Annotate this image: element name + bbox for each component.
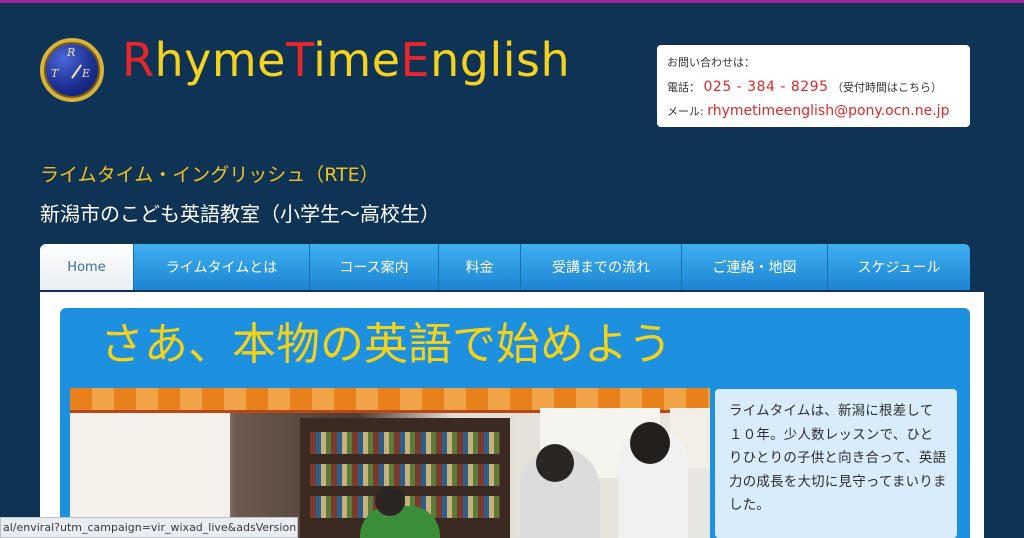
nav-item-enrollment-flow[interactable]: 受講までの流れ: [521, 244, 682, 290]
site-subtitle: ライムタイム・イングリッシュ（RTE）: [40, 164, 379, 186]
nav-item-fees[interactable]: 料金: [439, 244, 521, 290]
phone-label: 電話：: [667, 81, 700, 94]
contact-box: お問い合わせは： 電話： 025 - 384 - 8295 （受付時間はこちら）…: [657, 45, 970, 127]
nav-item-courses[interactable]: コース案内: [310, 244, 439, 290]
nav-item-contact-map[interactable]: ご連絡・地図: [682, 244, 828, 290]
mail-label: メール:: [667, 105, 704, 118]
hero-title: さあ、本物の英語で始めよう: [100, 319, 672, 370]
main-navigation: Home ライムタイムとは コース案内 料金 受講までの流れ ご連絡・地図 スケ…: [40, 244, 970, 290]
reception-hours-link[interactable]: （受付時間はこちら）: [832, 81, 942, 94]
intro-text: ライムタイムは、新潟に根差して１０年。少人数レッスンで、ひとりひとりの子供と向き…: [715, 389, 957, 538]
email-link[interactable]: rhymetimeenglish@pony.ocn.ne.jp: [707, 103, 949, 119]
top-accent-line: [0, 0, 1024, 3]
nav-item-schedule[interactable]: スケジュール: [828, 244, 970, 290]
nav-item-home[interactable]: Home: [40, 244, 134, 290]
clock-logo-icon[interactable]: R T E: [40, 38, 104, 102]
nav-item-about[interactable]: ライムタイムとは: [134, 244, 310, 290]
classroom-photo: [70, 388, 710, 538]
phone-number-link[interactable]: 025 - 384 - 8295: [704, 79, 829, 95]
browser-status-url: al/enviral?utm_campaign=vir_wixad_live&a…: [0, 517, 298, 538]
site-logo-text[interactable]: RhymeTimeEnglish: [122, 30, 570, 90]
site-tagline: 新潟市のこども英語教室（小学生～高校生）: [40, 202, 440, 226]
contact-heading: お問い合わせは：: [667, 56, 755, 69]
